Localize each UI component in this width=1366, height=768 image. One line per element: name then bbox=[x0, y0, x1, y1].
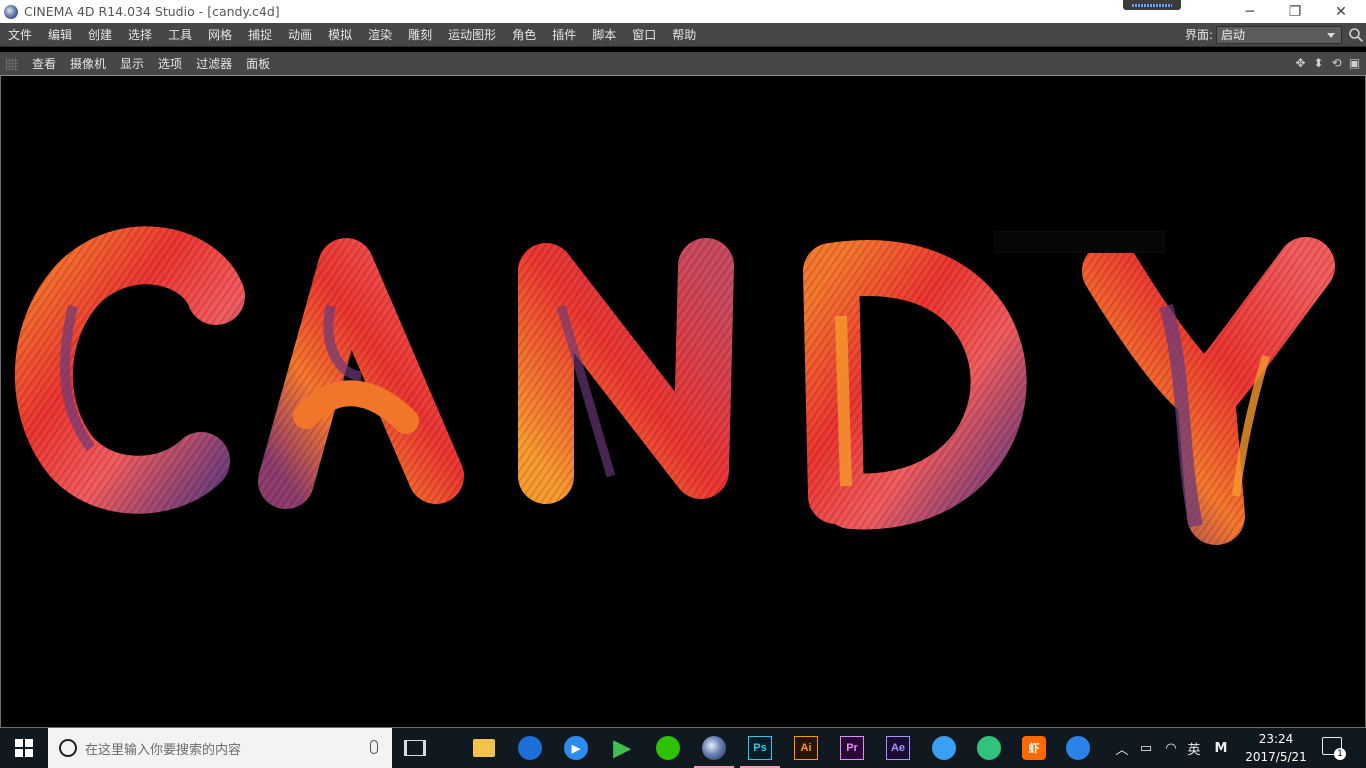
cinema4d-taskbar-icon[interactable] bbox=[692, 728, 736, 768]
menu-file[interactable]: 文件 bbox=[0, 23, 40, 47]
letter-y bbox=[1082, 237, 1335, 545]
search-icon[interactable] bbox=[1348, 27, 1364, 43]
premiere-icon[interactable]: Pr bbox=[830, 728, 874, 768]
layout-dropdown-value: 启动 bbox=[1221, 28, 1246, 42]
letter-a bbox=[258, 238, 464, 509]
taskbar-search-box[interactable]: 在这里输入你要搜索的内容 bbox=[48, 728, 392, 768]
battery-icon[interactable]: ▭ bbox=[1136, 728, 1156, 768]
viewport-hud-label bbox=[994, 231, 1165, 253]
menu-mograph[interactable]: 运动图形 bbox=[440, 23, 504, 47]
move-view-icon[interactable]: ✥ bbox=[1293, 55, 1308, 70]
sogou-input-icon[interactable] bbox=[1056, 728, 1100, 768]
maximize-view-icon[interactable]: ▣ bbox=[1347, 55, 1362, 70]
menu-mesh[interactable]: 网格 bbox=[200, 23, 240, 47]
microphone-icon[interactable] bbox=[370, 740, 378, 754]
qq-browser-icon[interactable] bbox=[508, 728, 552, 768]
menu-script[interactable]: 脚本 bbox=[584, 23, 624, 47]
menu-snap[interactable]: 捕捉 bbox=[240, 23, 280, 47]
qq-music-icon[interactable] bbox=[967, 728, 1011, 768]
illustrator-icon[interactable]: Ai bbox=[784, 728, 828, 768]
xiami-music-icon[interactable]: 虾 bbox=[1012, 728, 1056, 768]
wifi-icon[interactable]: ◠ bbox=[1160, 728, 1182, 768]
clock-time: 23:24 bbox=[1258, 732, 1294, 746]
video-app-icon[interactable]: ▶ bbox=[600, 728, 644, 768]
clock-date: 2017/5/21 bbox=[1245, 750, 1307, 764]
after-effects-icon[interactable]: Ae bbox=[876, 728, 920, 768]
menu-animate[interactable]: 动画 bbox=[280, 23, 320, 47]
drag-handle-icon[interactable] bbox=[6, 57, 18, 70]
menu-simulate[interactable]: 模拟 bbox=[320, 23, 360, 47]
viewport-menu-panel[interactable]: 面板 bbox=[240, 55, 278, 72]
menu-sculpt[interactable]: 雕刻 bbox=[400, 23, 440, 47]
menu-help[interactable]: 帮助 bbox=[664, 23, 704, 47]
viewport-menu-view[interactable]: 查看 bbox=[26, 55, 64, 72]
baidu-netdisk-icon[interactable] bbox=[922, 728, 966, 768]
letter-c bbox=[14, 226, 245, 514]
task-view-icon[interactable] bbox=[404, 740, 426, 756]
media-player-icon[interactable]: ▶ bbox=[554, 728, 598, 768]
viewport-menu-options[interactable]: 选项 bbox=[152, 55, 190, 72]
notification-count-badge: 1 bbox=[1334, 748, 1346, 760]
rotate-view-icon[interactable]: ⟲ bbox=[1329, 55, 1344, 70]
cinema4d-app-icon bbox=[4, 4, 18, 19]
chevron-down-icon bbox=[1327, 33, 1335, 38]
start-button[interactable] bbox=[0, 728, 48, 768]
maximize-button[interactable]: ❐ bbox=[1272, 0, 1318, 23]
close-button[interactable]: ✕ bbox=[1318, 0, 1364, 23]
photoshop-icon[interactable]: Ps bbox=[738, 728, 782, 768]
windows-taskbar: 在这里输入你要搜索的内容 ▶ ▶ Ps Ai Pr Ae 虾 ︿ ▭ ◠ 英 M… bbox=[0, 728, 1366, 768]
cortana-icon bbox=[59, 739, 77, 757]
ime-mode-indicator[interactable]: M bbox=[1210, 728, 1232, 768]
zoom-view-icon[interactable]: ⬍ bbox=[1311, 55, 1326, 70]
menu-window[interactable]: 窗口 bbox=[624, 23, 664, 47]
letter-d bbox=[803, 240, 1027, 530]
menu-plugins[interactable]: 插件 bbox=[544, 23, 584, 47]
windows-logo-icon bbox=[15, 739, 33, 757]
menu-tools[interactable]: 工具 bbox=[160, 23, 200, 47]
show-hidden-icons-chevron-icon[interactable]: ︿ bbox=[1112, 728, 1132, 768]
viewport-menu-cameras[interactable]: 摄像机 bbox=[64, 55, 114, 72]
system-clock[interactable]: 23:24 2017/5/21 bbox=[1240, 730, 1312, 766]
menu-bar: 文件 编辑 创建 选择 工具 网格 捕捉 动画 模拟 渲染 雕刻 运动图形 角色… bbox=[0, 23, 1366, 47]
level-meter-widget bbox=[1123, 0, 1181, 10]
layout-dropdown[interactable]: 启动 bbox=[1216, 26, 1342, 44]
file-explorer-icon[interactable] bbox=[462, 728, 506, 768]
candy-scene bbox=[14, 226, 1335, 545]
search-placeholder: 在这里输入你要搜索的内容 bbox=[85, 742, 242, 758]
viewport-toolbar: 查看 摄像机 显示 选项 过滤器 面板 ✥ ⬍ ⟲ ▣ bbox=[0, 52, 1366, 75]
title-bar: CINEMA 4D R14.034 Studio - [candy.c4d] ─… bbox=[0, 0, 1366, 23]
viewport-menu-display[interactable]: 显示 bbox=[114, 55, 152, 72]
window-title: CINEMA 4D R14.034 Studio - [candy.c4d] bbox=[24, 4, 280, 19]
menu-select[interactable]: 选择 bbox=[120, 23, 160, 47]
menu-render[interactable]: 渲染 bbox=[360, 23, 400, 47]
ime-language-indicator[interactable]: 英 bbox=[1184, 728, 1204, 768]
layout-label: 界面: bbox=[1185, 28, 1214, 42]
3d-viewport[interactable] bbox=[0, 75, 1366, 728]
menu-character[interactable]: 角色 bbox=[504, 23, 544, 47]
menu-edit[interactable]: 编辑 bbox=[40, 23, 80, 47]
letter-n bbox=[518, 238, 734, 504]
minimize-button[interactable]: ─ bbox=[1227, 0, 1273, 23]
wechat-icon[interactable] bbox=[646, 728, 690, 768]
menu-create[interactable]: 创建 bbox=[80, 23, 120, 47]
viewport-menu-filter[interactable]: 过滤器 bbox=[190, 55, 240, 72]
